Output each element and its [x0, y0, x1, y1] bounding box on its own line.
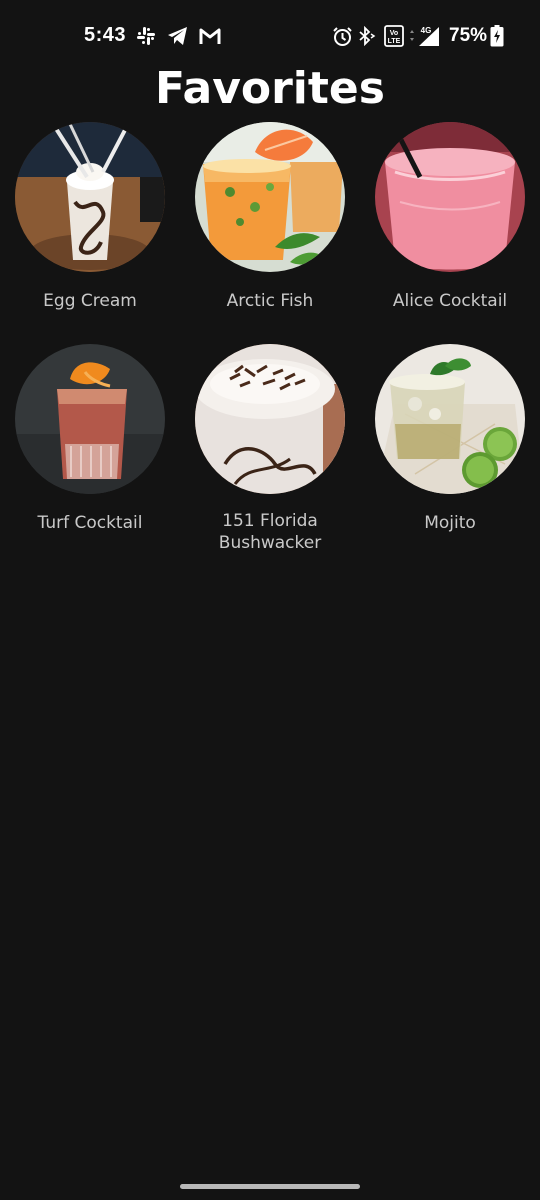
favorite-card[interactable]: Mojito: [360, 344, 540, 534]
page-title: Favorites: [155, 63, 385, 114]
bluetooth-icon: [355, 26, 377, 46]
turf-cocktail-photo[interactable]: [15, 344, 165, 494]
arctic-fish-photo[interactable]: [195, 122, 345, 272]
slack-icon: [135, 26, 157, 46]
florida-bushwacker-photo[interactable]: [195, 344, 345, 494]
egg-cream-photo[interactable]: [15, 122, 165, 272]
svg-text:LTE: LTE: [388, 38, 401, 45]
battery-percent: 75%: [449, 25, 488, 46]
alice-cocktail-photo[interactable]: [375, 122, 525, 272]
svg-text:Vo: Vo: [390, 30, 398, 37]
favorite-card[interactable]: Turf Cocktail: [0, 344, 180, 534]
favorite-card[interactable]: 151 Florida Bushwacker: [180, 344, 360, 554]
signal-icon: 4G: [407, 26, 441, 46]
status-time: 5:43: [84, 24, 127, 46]
favorite-label: Arctic Fish: [226, 291, 314, 311]
favorite-label: 151 Florida Bushwacker: [218, 511, 322, 553]
favorite-card[interactable]: Egg Cream: [0, 122, 180, 312]
favorite-card[interactable]: Alice Cocktail: [360, 122, 540, 312]
mojito-photo[interactable]: [375, 344, 525, 494]
home-indicator[interactable]: [180, 1184, 360, 1189]
favorite-label: Alice Cocktail: [392, 291, 508, 311]
battery-charging-icon: [488, 25, 506, 47]
gmail-icon: [198, 26, 222, 46]
favorite-card[interactable]: Arctic Fish: [180, 122, 360, 312]
favorite-label: Turf Cocktail: [37, 513, 143, 533]
favorite-label: Mojito: [424, 513, 476, 533]
volte-icon: Vo LTE: [383, 25, 405, 47]
svg-text:4G: 4G: [421, 26, 432, 35]
favorite-label: Egg Cream: [43, 291, 137, 311]
alarm-icon: [331, 26, 353, 46]
telegram-icon: [166, 26, 190, 46]
